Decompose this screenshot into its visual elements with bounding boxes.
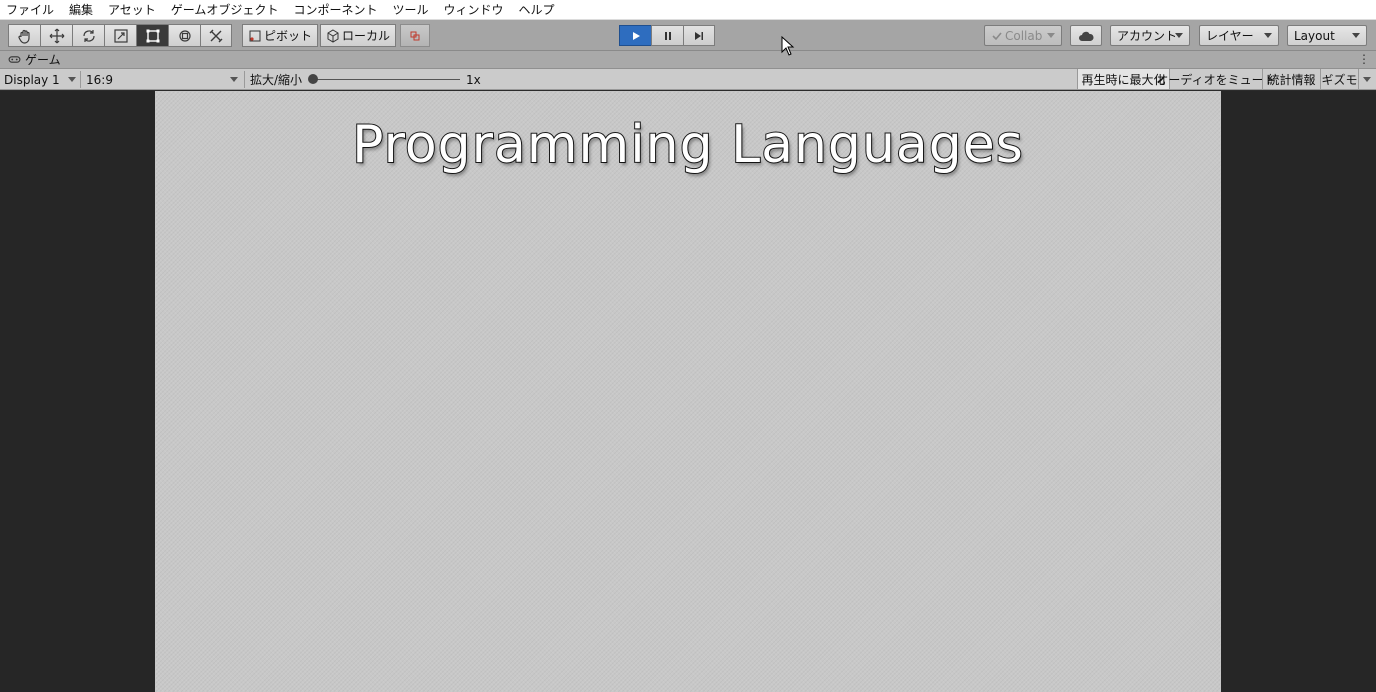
scale-slider-track[interactable]	[312, 79, 460, 80]
rect-tool-icon	[146, 29, 159, 42]
snap-button[interactable]	[400, 24, 431, 47]
stats-toggle[interactable]: 統計情報	[1262, 69, 1320, 89]
chevron-down-icon	[1363, 77, 1371, 82]
game-view-toolbar: Display 1 16:9 拡大/縮小 1x 再生時に最大化 オーディオをミュ…	[0, 69, 1376, 90]
menu-bar: ファイル 編集 アセット ゲームオブジェクト コンポーネント ツール ウィンドウ…	[0, 0, 1376, 20]
divider	[244, 71, 245, 88]
layers-dropdown[interactable]: レイヤー	[1199, 25, 1279, 46]
menu-gameobject[interactable]: ゲームオブジェクト	[171, 1, 279, 18]
collab-label: Collab	[1005, 28, 1043, 43]
pivot-group: ピボット ローカル	[242, 24, 431, 47]
game-canvas[interactable]: Programming Languages	[155, 91, 1221, 692]
gizmos-toggle[interactable]: ギズモ	[1320, 69, 1358, 89]
cloud-icon	[1079, 31, 1094, 41]
pivot-label: ピボット	[264, 29, 313, 43]
play-controls	[619, 25, 715, 46]
chevron-down-icon	[68, 77, 76, 82]
main-toolbar: ピボット ローカル Collab アカウント レイヤー Layout	[0, 20, 1376, 51]
rotate-tool-icon	[82, 29, 95, 42]
hand-tool-icon	[17, 29, 30, 44]
game-tab-bar: ゲーム ⋮	[0, 51, 1376, 69]
step-icon	[695, 31, 703, 40]
scale-slider-handle[interactable]	[308, 74, 318, 84]
play-icon	[632, 31, 640, 40]
chevron-down-icon	[1175, 33, 1183, 38]
layout-dropdown[interactable]: Layout	[1287, 25, 1367, 46]
scale-tool-icon	[113, 28, 128, 43]
transform-tools	[8, 24, 232, 47]
pivot-icon	[249, 30, 261, 41]
maximize-on-play-toggle[interactable]: 再生時に最大化	[1077, 69, 1169, 89]
menu-assets[interactable]: アセット	[108, 1, 156, 18]
menu-help[interactable]: ヘルプ	[519, 1, 555, 18]
local-label: ローカル	[342, 29, 391, 43]
chevron-down-icon	[1352, 33, 1360, 38]
cloud-button[interactable]	[1070, 25, 1102, 46]
menu-component[interactable]: コンポーネント	[293, 1, 377, 18]
display-dropdown[interactable]: Display 1	[4, 69, 80, 90]
menu-edit[interactable]: 編集	[69, 1, 93, 18]
move-tool-icon	[49, 28, 64, 43]
game-title: Programming Languages	[351, 114, 1024, 176]
play-button[interactable]	[619, 25, 651, 46]
scale-tool-button[interactable]	[104, 24, 136, 47]
collab-dropdown[interactable]: Collab	[984, 25, 1062, 46]
gizmos-dropdown[interactable]	[1358, 69, 1376, 89]
custom-tool-icon	[209, 29, 223, 42]
mute-audio-toggle[interactable]: オーディオをミュート	[1156, 69, 1276, 89]
chevron-down-icon	[1264, 33, 1272, 38]
chevron-down-icon	[230, 77, 238, 82]
move-tool-button[interactable]	[40, 24, 72, 47]
account-dropdown[interactable]: アカウント	[1110, 25, 1190, 46]
rotate-tool-button[interactable]	[72, 24, 104, 47]
divider	[80, 71, 81, 88]
check-icon	[992, 32, 1002, 41]
menu-tools[interactable]: ツール	[392, 1, 428, 18]
pivot-toggle[interactable]: ピボット	[242, 24, 319, 47]
pause-button[interactable]	[651, 25, 683, 46]
transform-tool-button[interactable]	[168, 24, 200, 47]
menu-window[interactable]: ウィンドウ	[443, 1, 503, 18]
hand-tool-button[interactable]	[8, 24, 40, 47]
step-button[interactable]	[683, 25, 715, 46]
transform-tool-icon	[178, 29, 191, 42]
rect-tool-button[interactable]	[136, 24, 168, 47]
aspect-dropdown[interactable]: 16:9	[86, 69, 242, 90]
local-icon	[327, 28, 339, 43]
custom-tool-button[interactable]	[200, 24, 232, 47]
game-viewport: Programming Languages	[0, 91, 1376, 692]
display-label: Display 1	[4, 72, 60, 87]
scale-label: 拡大/縮小	[250, 73, 303, 87]
tab-game[interactable]: ゲーム	[25, 51, 61, 68]
pause-icon	[664, 31, 671, 40]
more-options-icon[interactable]: ⋮	[1358, 52, 1370, 66]
menu-file[interactable]: ファイル	[6, 1, 54, 18]
snap-icon	[410, 31, 420, 40]
scale-value: 1x	[466, 72, 481, 87]
mouse-cursor-icon	[781, 36, 795, 56]
chevron-down-icon	[1047, 33, 1055, 38]
layers-label: レイヤー	[1206, 29, 1254, 43]
local-toggle[interactable]: ローカル	[320, 24, 397, 47]
layout-label: Layout	[1294, 28, 1335, 43]
account-label: アカウント	[1117, 29, 1178, 43]
aspect-label: 16:9	[86, 72, 113, 87]
game-controller-icon	[8, 56, 21, 63]
